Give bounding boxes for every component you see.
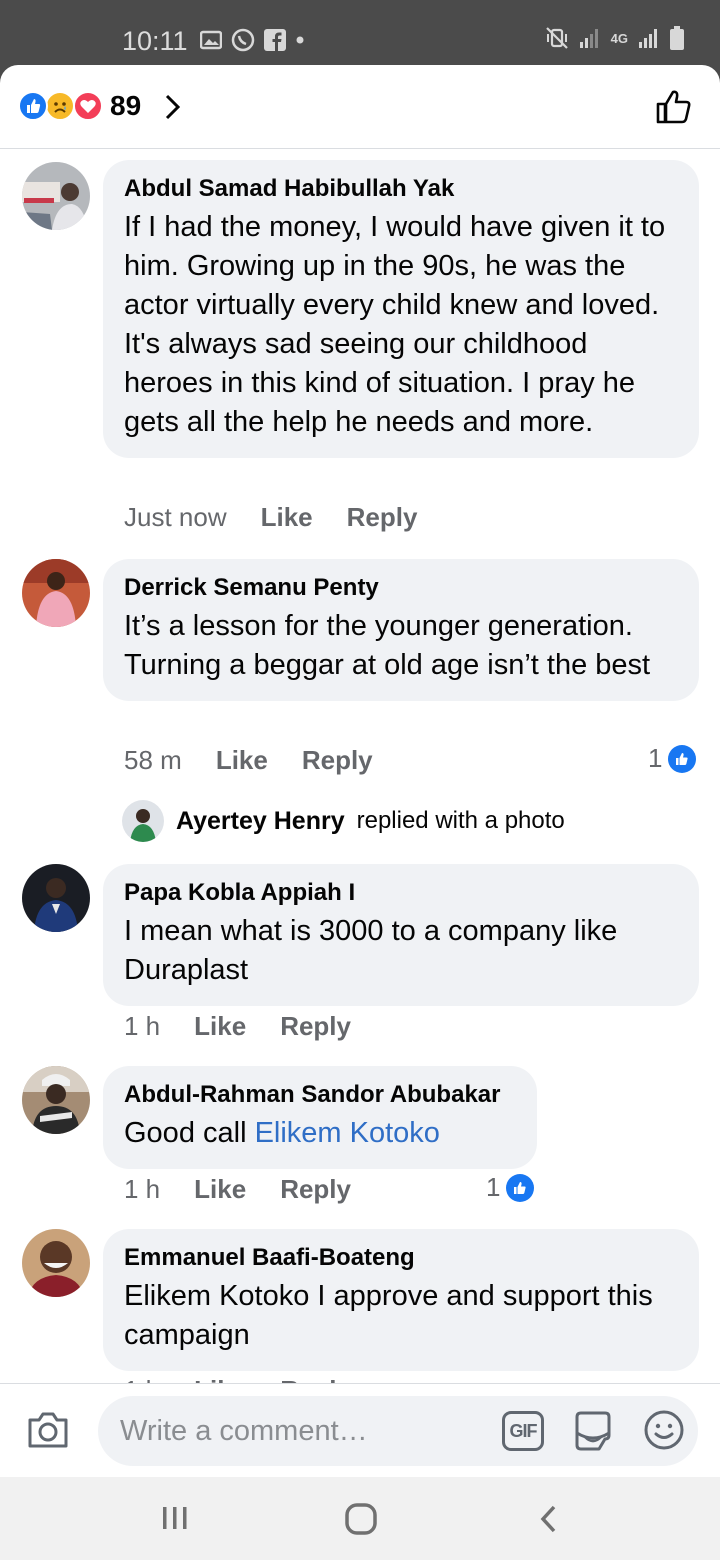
avatar[interactable] <box>22 864 90 932</box>
reactions-header[interactable]: 89 <box>0 65 720 149</box>
comment-like-count[interactable]: 1 <box>486 1172 535 1203</box>
reply-summary[interactable]: Ayertey Henry replied with a photo <box>122 800 565 842</box>
network-4g-icon: 4G <box>610 30 628 46</box>
reply-button[interactable]: Reply <box>347 502 418 533</box>
reply-button[interactable]: Reply <box>280 1011 351 1042</box>
avatar[interactable] <box>22 559 90 627</box>
sticker-icon[interactable] <box>572 1409 614 1453</box>
avatar[interactable] <box>22 1066 90 1134</box>
like-button[interactable]: Like <box>216 745 268 776</box>
signal-icon <box>579 29 598 48</box>
chevron-right-icon <box>165 94 181 120</box>
like-reaction-icon <box>18 91 48 121</box>
comment-text: It’s a lesson for the younger generation… <box>124 610 651 681</box>
like-button[interactable]: Like <box>194 1174 246 1205</box>
reply-button[interactable]: Reply <box>302 745 373 776</box>
comment-time: 1 h <box>124 1174 161 1204</box>
like-outline-icon[interactable] <box>654 87 694 127</box>
comment-like-count[interactable]: 1 <box>648 743 697 774</box>
reply-button[interactable]: Reply <box>280 1174 351 1205</box>
recent-apps-icon[interactable] <box>158 1501 192 1537</box>
avatar[interactable] <box>22 1229 90 1297</box>
comment-bubble[interactable]: Emmanuel Baafi-Boateng Elikem Kotoko I a… <box>103 1229 699 1371</box>
home-icon[interactable] <box>343 1501 379 1537</box>
avatar <box>122 800 164 842</box>
back-icon[interactable] <box>534 1501 564 1537</box>
comment-author[interactable]: Emmanuel Baafi-Boateng <box>124 1243 678 1273</box>
battery-icon <box>670 26 684 50</box>
whatsapp-icon <box>231 28 255 52</box>
comment-time: 1 h <box>124 1011 161 1041</box>
comment-time: Just now <box>124 502 227 532</box>
comment-bubble[interactable]: Abdul Samad Habibullah Yak If I had the … <box>103 160 699 458</box>
dot-icon <box>296 36 304 44</box>
gif-label: GIF <box>509 1420 538 1441</box>
status-time: 10:11 <box>122 26 188 56</box>
comment-bubble[interactable]: Abdul-Rahman Sandor Abubakar Good call E… <box>103 1066 537 1169</box>
vibrate-mute-icon <box>545 27 568 49</box>
comment-author[interactable]: Derrick Semanu Penty <box>124 573 678 603</box>
comment-bubble[interactable]: Derrick Semanu Penty It’s a lesson for t… <box>103 559 699 701</box>
comment-author[interactable]: Abdul-Rahman Sandor Abubakar <box>124 1080 516 1110</box>
reply-author: Ayertey Henry <box>176 806 345 835</box>
like-button[interactable]: Like <box>194 1011 246 1042</box>
avatar[interactable] <box>22 162 90 230</box>
comment-author[interactable]: Abdul Samad Habibullah Yak <box>124 174 678 204</box>
like-badge-icon <box>506 1173 535 1202</box>
gallery-icon <box>200 30 222 50</box>
comment-text: Elikem Kotoko I approve and support this… <box>124 1280 653 1351</box>
comment-composer: GIF <box>0 1383 720 1477</box>
comment-time: 58 m <box>124 745 182 775</box>
love-reaction-icon <box>73 91 103 121</box>
reaction-count: 89 <box>110 90 142 121</box>
sad-reaction-icon <box>45 91 75 121</box>
signal-icon <box>639 29 657 48</box>
comment-author[interactable]: Papa Kobla Appiah I <box>124 878 678 908</box>
gif-button[interactable]: GIF <box>502 1411 544 1451</box>
system-nav-bar <box>0 1477 720 1560</box>
facebook-icon <box>264 29 286 51</box>
like-badge-icon <box>668 744 697 773</box>
comment-text: I mean what is 3000 to a company like Du… <box>124 915 618 986</box>
reply-text: replied with a photo <box>356 807 565 834</box>
comments-sheet: 89 Abdul Samad Habibullah Yak If I had t… <box>0 65 720 1477</box>
comment-text: Good call <box>124 1117 255 1149</box>
emoji-icon[interactable] <box>643 1409 685 1451</box>
camera-icon[interactable] <box>26 1410 70 1450</box>
comment-bubble[interactable]: Papa Kobla Appiah I I mean what is 3000 … <box>103 864 699 1006</box>
like-button[interactable]: Like <box>261 502 313 533</box>
mention-link[interactable]: Elikem Kotoko <box>255 1117 440 1149</box>
comment-input[interactable] <box>120 1396 480 1466</box>
comment-input-container: GIF <box>98 1396 698 1466</box>
comment-text: If I had the money, I would have given i… <box>124 211 666 438</box>
